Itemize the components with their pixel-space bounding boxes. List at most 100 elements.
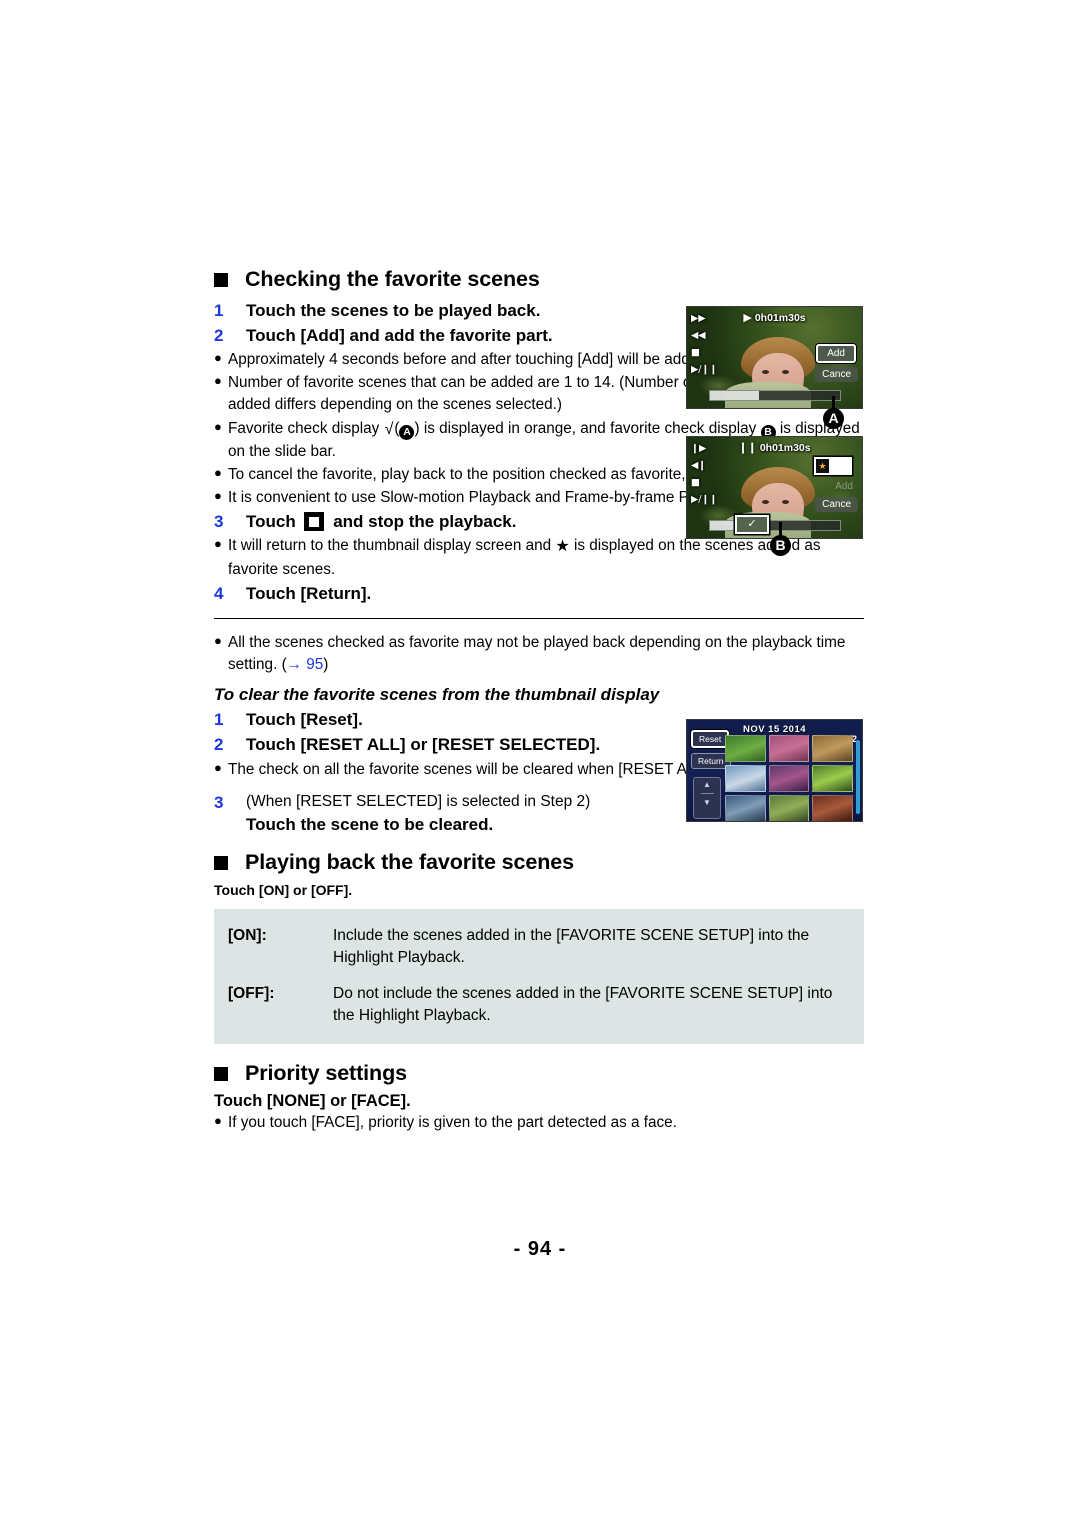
bullet-dot-icon: ●	[214, 1113, 222, 1129]
options-table: [ON]: Include the scenes added in the [F…	[214, 908, 864, 1044]
thumbnail-item[interactable]	[768, 765, 810, 792]
return-pre: It will return to the thumbnail display …	[228, 537, 552, 555]
cancel-button[interactable]: Cance	[815, 367, 858, 382]
step-text: Touch [RESET ALL] or [RESET SELECTED].	[246, 735, 601, 755]
reset-button[interactable]: Reset	[691, 730, 730, 748]
eye-left	[762, 500, 769, 505]
section-heading-priority: Priority settings	[214, 1060, 864, 1087]
slide-bar[interactable]	[709, 390, 841, 401]
square-bullet-icon	[214, 273, 228, 287]
square-bullet-icon	[214, 1066, 228, 1081]
step-number: 4	[214, 583, 224, 603]
callout-label-a: A	[823, 408, 844, 429]
thumbnail-date-label: NOV 15 2014	[742, 724, 807, 735]
section-heading-playing-back: Playing back the favorite scenes	[214, 849, 864, 876]
bullet-dot-icon: ●	[214, 632, 222, 648]
square-bullet-icon	[214, 855, 228, 870]
play-pause-icon[interactable]: ▶/❙❙	[691, 365, 717, 376]
eye-right	[782, 370, 789, 375]
step-number: 1	[214, 300, 224, 320]
scroll-down-arrow-icon[interactable]: ▼	[694, 798, 720, 807]
camera-screenshot-playback-add: ▶ 0h01m30s ▶▶ ◀◀ ■ ▶/❙❙ Cance Add	[686, 306, 863, 409]
playback-timestamp: 0h01m30s	[759, 441, 811, 454]
subsection-title-clear: To clear the favorite scenes from the th…	[214, 685, 660, 705]
section-heading-checking: Checking the favorite scenes	[214, 266, 864, 293]
fav-check-pre: Favorite check display	[228, 419, 380, 437]
bullet-item-note: ● All the scenes checked as favorite may…	[214, 632, 864, 676]
slide-bar-progress	[710, 391, 760, 400]
option-key: [ON]:	[228, 926, 267, 944]
playback-status: ▶ 0h01m30s	[743, 311, 805, 324]
slide-bar[interactable]	[709, 520, 841, 531]
section-divider	[214, 617, 864, 619]
play-icon: ▶	[743, 311, 752, 324]
step3-pre: Touch	[246, 512, 296, 532]
instruction-touch-none-face: Touch [NONE] or [FACE].	[214, 1092, 411, 1111]
note-close: )	[323, 656, 329, 674]
bullet-dot-icon: ●	[214, 465, 222, 480]
thumbnail-item[interactable]	[812, 735, 853, 762]
bullet-dot-icon: ●	[214, 488, 222, 504]
callout-label-b: B	[770, 535, 791, 556]
frame-forward-icon[interactable]: ❙▶	[691, 444, 717, 455]
scroll-divider	[700, 793, 714, 794]
step3-action: Touch the scene to be cleared.	[246, 814, 494, 834]
thumbnail-item[interactable]	[812, 765, 853, 792]
page-ref-link[interactable]: 95	[306, 656, 323, 673]
scroll-up-arrow-icon[interactable]: ▲	[694, 780, 720, 789]
step-text: (When [RESET SELECTED] is selected in St…	[246, 791, 590, 837]
stop-button-icon	[304, 512, 325, 532]
step-text: Touch the scenes to be played back.	[246, 300, 541, 320]
playback-controls: ❙▶ ◀❙ ■ ▶/❙❙	[691, 444, 717, 506]
option-value: Include the scenes added in the [FAVORIT…	[333, 926, 810, 967]
step-text: Touch [Reset].	[246, 710, 363, 730]
table-row: [ON]: Include the scenes added in the [F…	[214, 925, 864, 970]
check-mark-icon: √	[384, 420, 394, 438]
thumbnail-item[interactable]	[725, 735, 766, 762]
thumbnail-item[interactable]	[768, 795, 810, 821]
bullet-item-return-thumbnail: ● It will return to the thumbnail displa…	[214, 535, 864, 580]
playback-status: ❙❙ 0h01m30s	[738, 441, 810, 454]
stop-icon[interactable]: ■	[691, 478, 717, 489]
eye-left	[762, 370, 769, 375]
play-pause-icon[interactable]: ▶/❙❙	[691, 495, 717, 506]
step-item: 4 Touch [Return].	[214, 582, 864, 606]
scrollbar[interactable]	[856, 740, 860, 814]
instruction-touch-on-off: Touch [ON] or [OFF].	[214, 881, 353, 898]
bullet-text: All the scenes checked as favorite may n…	[228, 632, 864, 676]
section-title-checking: Checking the favorite scenes	[245, 267, 540, 291]
thumbnail-item[interactable]	[812, 795, 853, 821]
thumbnail-grid	[725, 735, 853, 821]
rewind-icon[interactable]: ◀◀	[691, 331, 717, 342]
thumbnail-item[interactable]	[725, 765, 766, 792]
document-page: Checking the favorite scenes 1 Touch the…	[0, 0, 1080, 1526]
playback-controls: ▶▶ ◀◀ ■ ▶/❙❙	[691, 314, 717, 376]
step3-post: and stop the playback.	[333, 512, 517, 532]
step3-condition: (When [RESET SELECTED] is selected in St…	[246, 792, 591, 810]
step-text: Touch [Return].	[246, 583, 372, 603]
scroll-arrow-pad[interactable]: ▲ ▼	[693, 777, 721, 819]
step-text: Touch and stop the playback.	[246, 510, 516, 534]
pause-icon: ❙❙	[738, 441, 757, 454]
thumbnail-item[interactable]	[725, 795, 766, 821]
fast-forward-icon[interactable]: ▶▶	[691, 314, 717, 325]
arrow-right-icon: →	[286, 656, 302, 674]
frame-back-icon[interactable]: ◀❙	[691, 461, 717, 472]
bullet-item: ● If you touch [FACE], priority is given…	[214, 1112, 864, 1134]
star-icon: ★	[816, 459, 829, 473]
favorite-check-mark-on-slide-bar: ✓	[735, 515, 769, 534]
stop-icon[interactable]: ■	[691, 348, 717, 359]
eye-right	[782, 500, 789, 505]
option-key: [OFF]:	[228, 984, 275, 1002]
add-button[interactable]: Add	[816, 344, 856, 363]
camera-screenshot-thumbnail-display: NOV 15 2014 2/2 Reset Return ▲ ▼	[686, 719, 863, 822]
option-value: Do not include the scenes added in the […	[333, 984, 833, 1025]
cancel-button[interactable]: Cance	[815, 497, 858, 512]
thumbnail-item[interactable]	[768, 735, 810, 762]
bullet-text: It will return to the thumbnail display …	[228, 535, 864, 580]
bullet-dot-icon: ●	[214, 759, 222, 775]
step-number: 3	[214, 792, 224, 812]
camera-screenshot-paused-favorite: ❙❙ 0h01m30s ❙▶ ◀❙ ■ ▶/❙❙ ★ Add Cance ✓	[686, 436, 863, 539]
step-number: 3	[214, 512, 224, 532]
step-number: 1	[214, 710, 224, 730]
